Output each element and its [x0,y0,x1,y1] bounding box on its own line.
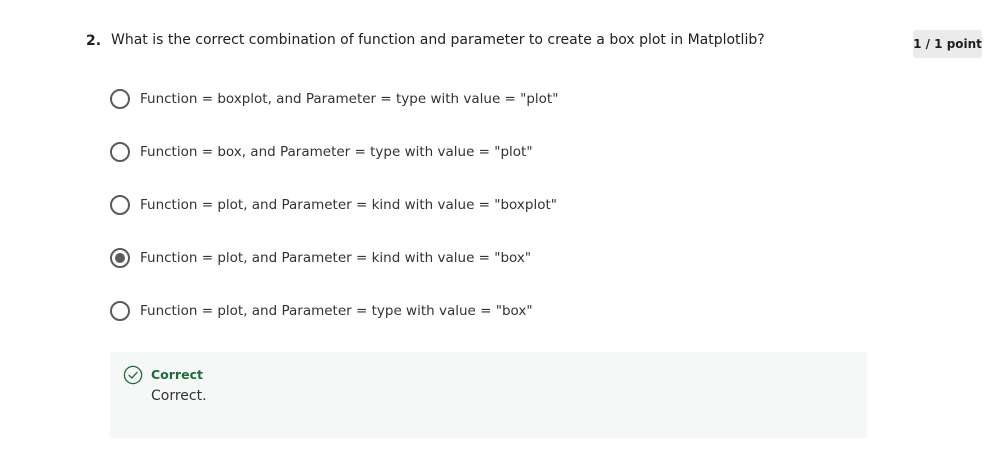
answer-option-3[interactable]: Function = plot, and Parameter = kind wi… [110,194,557,216]
option-label: Function = plot, and Parameter = kind wi… [140,197,557,213]
answer-option-1[interactable]: Function = boxplot, and Parameter = type… [110,88,558,110]
answer-option-2[interactable]: Function = box, and Parameter = type wit… [110,141,533,163]
feedback-title: Correct [151,367,203,382]
option-label: Function = box, and Parameter = type wit… [140,144,533,160]
score-badge: 1 / 1 point [913,30,982,58]
question-text: What is the correct combination of funct… [111,32,765,48]
radio-button[interactable] [110,89,130,109]
radio-button[interactable] [110,195,130,215]
option-label: Function = boxplot, and Parameter = type… [140,91,559,107]
option-label: Function = plot, and Parameter = type wi… [140,303,533,319]
radio-selected-dot [115,253,125,263]
radio-button-selected[interactable] [110,248,130,268]
feedback-body: Correct. [151,388,207,404]
quiz-question-page: 2. What is the correct combination of fu… [0,0,1003,471]
question-number: 2. [86,33,102,49]
check-circle-icon [123,365,143,385]
radio-button[interactable] [110,301,130,321]
option-label: Function = plot, and Parameter = kind wi… [140,250,532,266]
answer-option-5[interactable]: Function = plot, and Parameter = type wi… [110,300,533,322]
radio-button[interactable] [110,142,130,162]
answer-option-4[interactable]: Function = plot, and Parameter = kind wi… [110,247,531,269]
feedback-panel: Correct Correct. [110,352,867,438]
